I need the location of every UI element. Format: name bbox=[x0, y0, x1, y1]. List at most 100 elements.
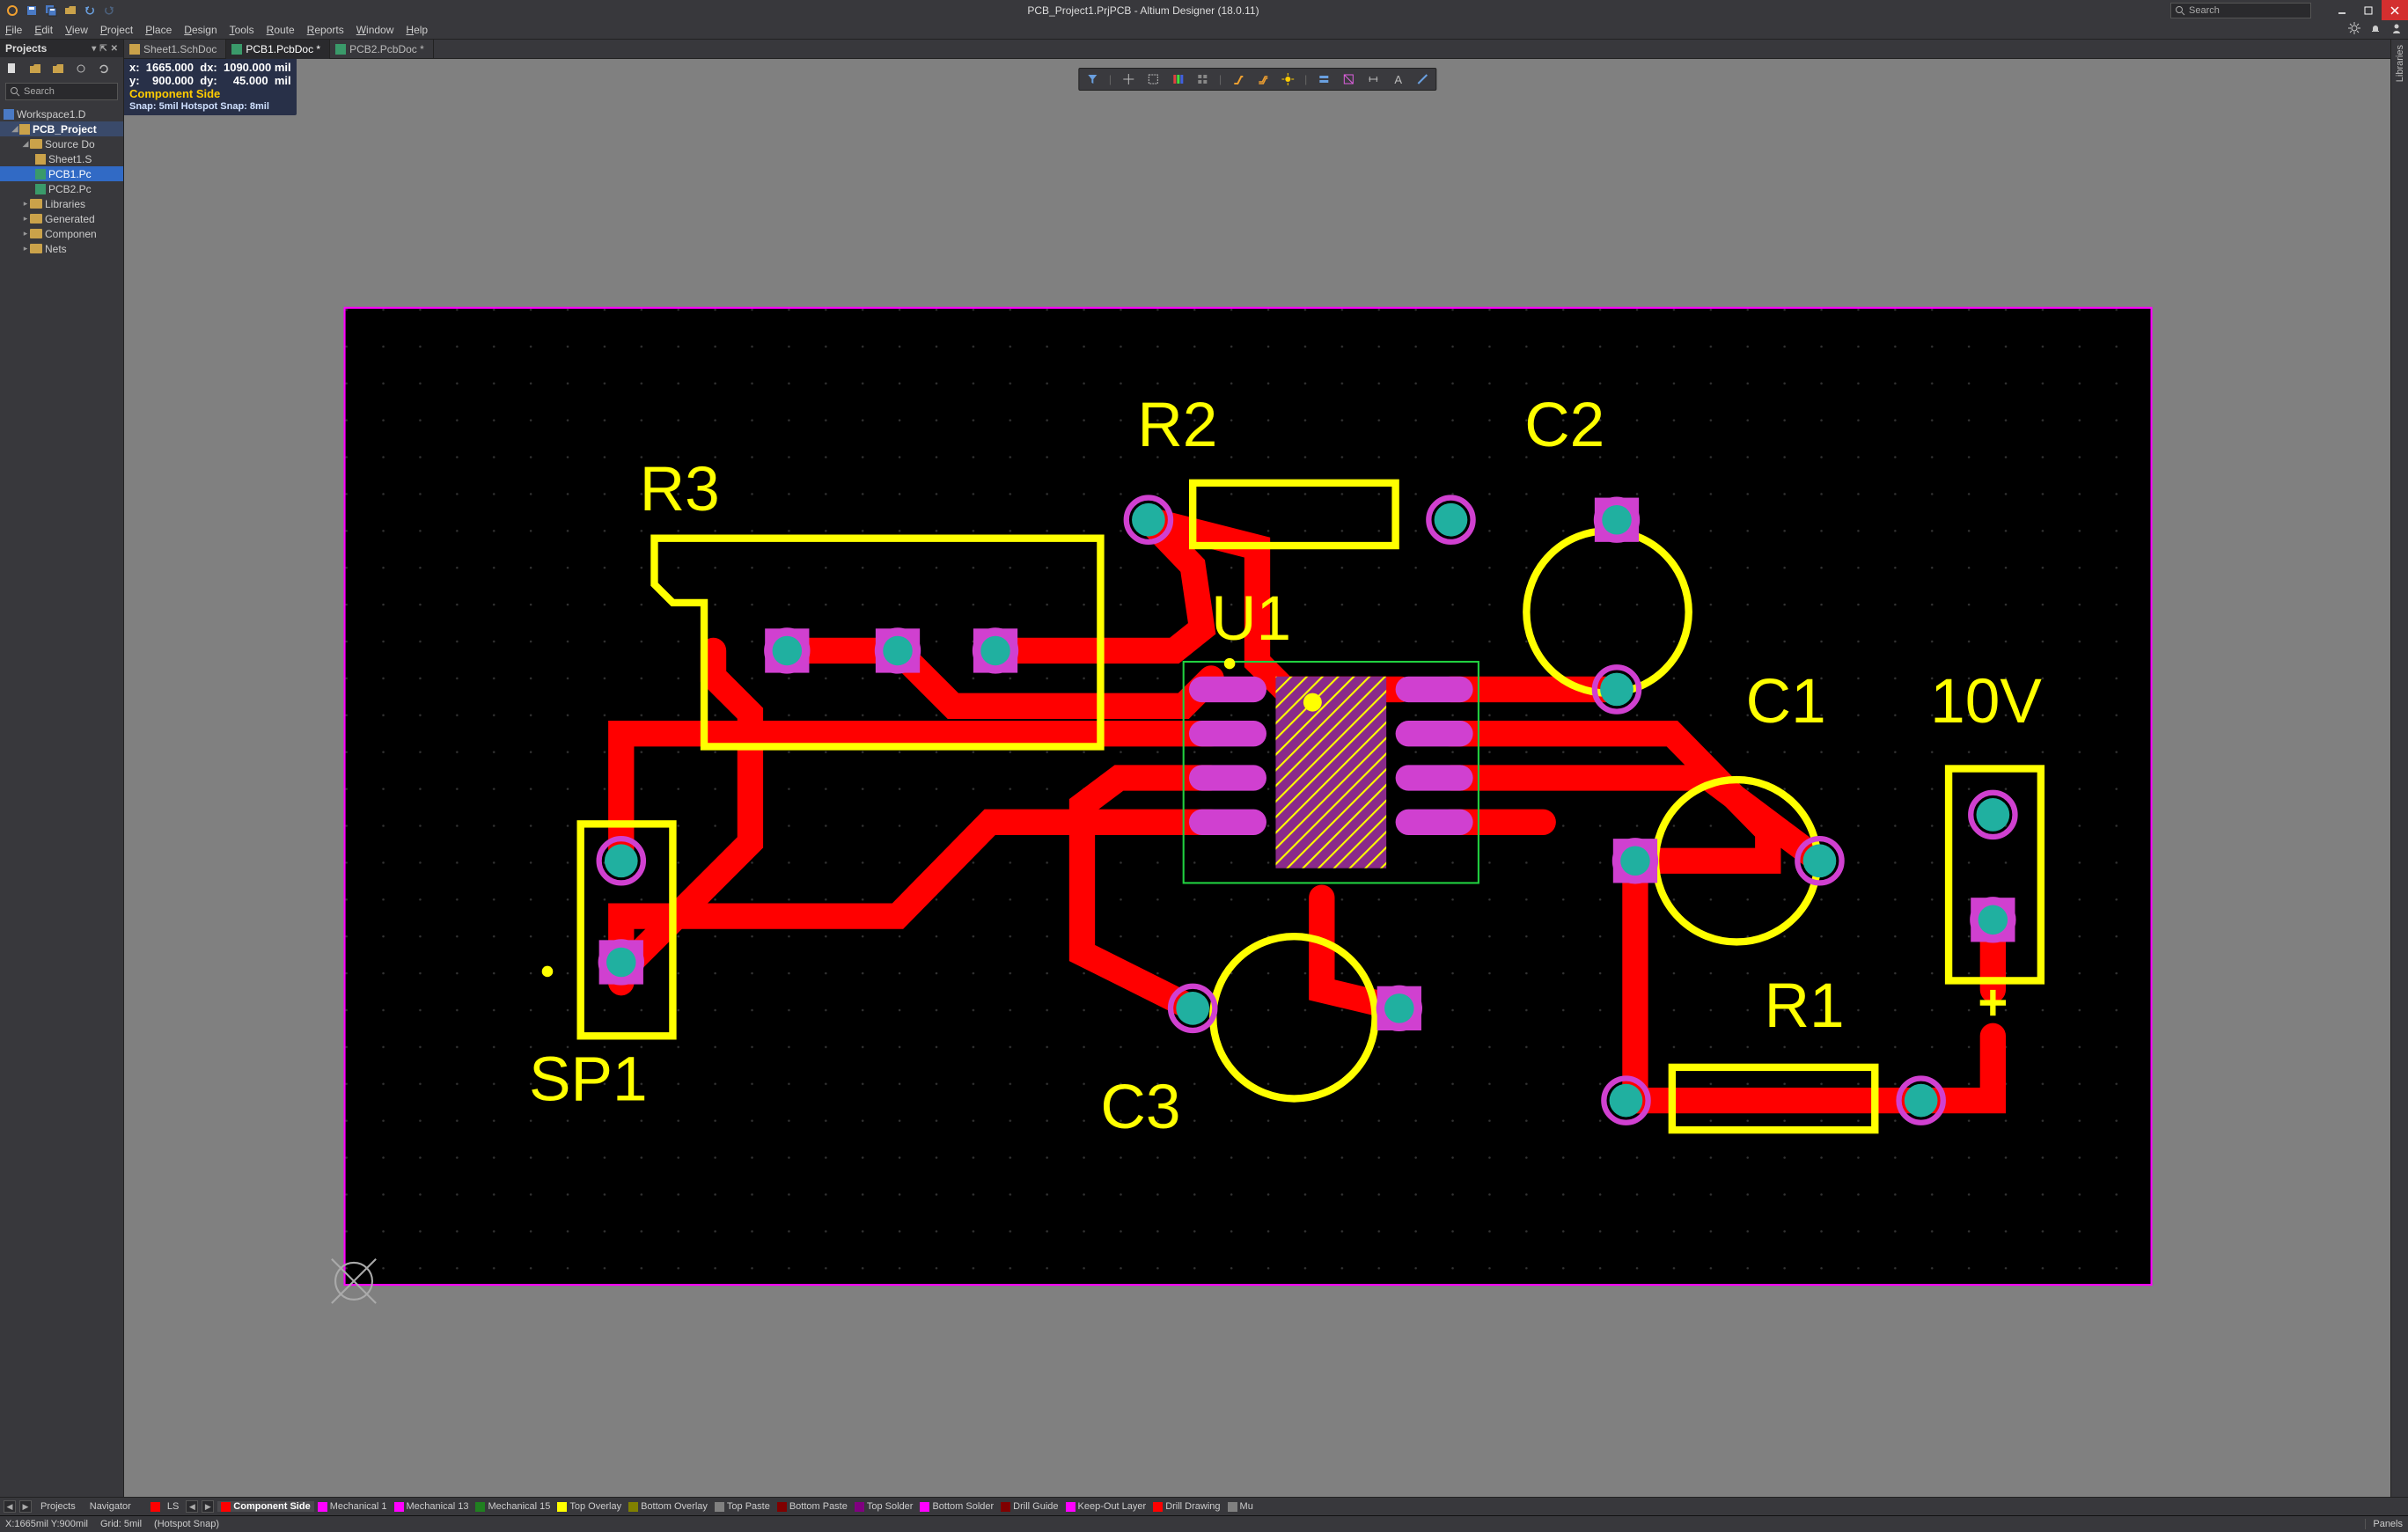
layer-tab[interactable]: Component Side bbox=[217, 1501, 313, 1512]
nav-right-icon[interactable]: ▶ bbox=[19, 1500, 32, 1513]
heads-up-display: x: 1665.000 dx: 1090.000 mil y: 900.000 … bbox=[124, 59, 297, 115]
tree-folder[interactable]: ▸Nets bbox=[0, 241, 123, 256]
pin-icon[interactable]: ⇱ bbox=[99, 44, 106, 54]
layer-next-icon[interactable]: ▶ bbox=[202, 1500, 214, 1513]
layer-tab[interactable]: Mechanical 1 bbox=[314, 1501, 391, 1512]
layer-tab[interactable]: Bottom Overlay bbox=[625, 1501, 711, 1512]
settings-icon[interactable] bbox=[74, 62, 88, 76]
svg-text:C1: C1 bbox=[1746, 667, 1826, 737]
route-icon[interactable] bbox=[1230, 71, 1246, 87]
tree-source-docs[interactable]: ◢Source Do bbox=[0, 136, 123, 151]
menu-window[interactable]: Window bbox=[356, 24, 394, 36]
svg-text:R2: R2 bbox=[1137, 391, 1217, 460]
projects-search-input[interactable]: Search bbox=[5, 83, 118, 100]
dimension-icon[interactable] bbox=[1365, 71, 1381, 87]
bell-icon[interactable] bbox=[2369, 22, 2382, 37]
refresh-icon[interactable] bbox=[97, 62, 111, 76]
layer-tab[interactable]: Mechanical 13 bbox=[391, 1501, 473, 1512]
document-tab[interactable]: PCB2.PcbDoc * bbox=[330, 40, 434, 59]
filter-icon[interactable] bbox=[1084, 71, 1100, 87]
tree-file[interactable]: PCB1.Pc bbox=[0, 166, 123, 181]
undo-icon[interactable] bbox=[83, 4, 97, 18]
menu-place[interactable]: Place bbox=[145, 24, 172, 36]
crosshair-icon[interactable] bbox=[1120, 71, 1136, 87]
pcb-board-view[interactable]: R3 SP1 bbox=[124, 59, 2390, 1497]
projects-panel-title: Projects bbox=[5, 42, 47, 55]
global-search-placeholder: Search bbox=[2189, 5, 2220, 16]
drc-icon[interactable] bbox=[1340, 71, 1356, 87]
svg-text:A: A bbox=[1394, 73, 1402, 85]
redo-icon[interactable] bbox=[102, 4, 116, 18]
panel-close-icon[interactable]: ✕ bbox=[111, 44, 118, 54]
dropdown-icon[interactable]: ▾ bbox=[92, 44, 96, 54]
open-project-icon[interactable] bbox=[28, 62, 42, 76]
maximize-button[interactable] bbox=[2355, 0, 2382, 20]
layer-tab[interactable]: Top Overlay bbox=[554, 1501, 625, 1512]
projects-search-placeholder: Search bbox=[24, 86, 55, 97]
panels-button[interactable]: Panels bbox=[2365, 1519, 2403, 1529]
layer-stack-icon[interactable] bbox=[1316, 71, 1332, 87]
svg-text:SP1: SP1 bbox=[529, 1045, 648, 1115]
nav-tab-projects[interactable]: Projects bbox=[35, 1501, 81, 1512]
tree-project[interactable]: ◢PCB_Project bbox=[0, 121, 123, 136]
open-icon[interactable] bbox=[63, 4, 77, 18]
document-tab[interactable]: Sheet1.SchDoc bbox=[124, 40, 226, 59]
line-icon[interactable] bbox=[1414, 71, 1430, 87]
new-file-icon[interactable] bbox=[5, 62, 19, 76]
layer-tab[interactable]: Top Solder bbox=[851, 1501, 917, 1512]
active-bar: | | | A bbox=[1078, 68, 1436, 91]
menu-view[interactable]: View bbox=[65, 24, 88, 36]
folder-icon[interactable] bbox=[51, 62, 65, 76]
save-all-icon[interactable] bbox=[44, 4, 58, 18]
menu-reports[interactable]: Reports bbox=[307, 24, 344, 36]
tree-folder[interactable]: ▸Generated bbox=[0, 211, 123, 226]
array-icon[interactable] bbox=[1194, 71, 1210, 87]
menu-design[interactable]: Design bbox=[184, 24, 217, 36]
text-icon[interactable]: A bbox=[1390, 71, 1406, 87]
menu-file[interactable]: File bbox=[5, 24, 22, 36]
gear-icon[interactable] bbox=[2348, 22, 2360, 37]
layer-tab[interactable]: Drill Drawing bbox=[1149, 1501, 1223, 1512]
layer-tab[interactable]: Bottom Paste bbox=[774, 1501, 851, 1512]
minimize-button[interactable] bbox=[2329, 0, 2355, 20]
layer-tab[interactable]: Top Paste bbox=[711, 1501, 774, 1512]
pcb-canvas[interactable]: x: 1665.000 dx: 1090.000 mil y: 900.000 … bbox=[124, 59, 2390, 1497]
select-rect-icon[interactable] bbox=[1145, 71, 1161, 87]
tree-file[interactable]: PCB2.Pc bbox=[0, 181, 123, 196]
status-coords: X:1665mil Y:900mil bbox=[5, 1519, 88, 1529]
align-icon[interactable] bbox=[1170, 71, 1186, 87]
layer-tab[interactable]: Bottom Solder bbox=[916, 1501, 997, 1512]
nav-tab-navigator[interactable]: Navigator bbox=[84, 1501, 136, 1512]
project-tree[interactable]: Workspace1.D ◢PCB_Project ◢Source Do She… bbox=[0, 103, 123, 260]
close-button[interactable] bbox=[2382, 0, 2408, 20]
libraries-dock[interactable]: Libraries bbox=[2390, 40, 2408, 1497]
diff-pair-icon[interactable] bbox=[1255, 71, 1271, 87]
libraries-tab-label[interactable]: Libraries bbox=[2395, 45, 2405, 82]
user-icon[interactable] bbox=[2390, 22, 2403, 37]
ls-button[interactable]: LS bbox=[164, 1501, 182, 1512]
svg-text:10V: 10V bbox=[1930, 667, 2042, 737]
layer-tab[interactable]: Drill Guide bbox=[997, 1501, 1061, 1512]
layer-tab[interactable]: Mu bbox=[1224, 1501, 1257, 1512]
menu-edit[interactable]: Edit bbox=[34, 24, 53, 36]
layer-tab[interactable]: Keep-Out Layer bbox=[1062, 1501, 1150, 1512]
global-search-input[interactable]: Search bbox=[2170, 3, 2311, 18]
layer-tab[interactable]: Mechanical 15 bbox=[472, 1501, 554, 1512]
window-title: PCB_Project1.PrjPCB - Altium Designer (1… bbox=[116, 4, 2170, 17]
menu-route[interactable]: Route bbox=[267, 24, 295, 36]
tree-workspace[interactable]: Workspace1.D bbox=[0, 106, 123, 121]
highlight-net-icon[interactable] bbox=[1280, 71, 1296, 87]
status-bar: X:1665mil Y:900mil Grid: 5mil (Hotspot S… bbox=[0, 1515, 2408, 1532]
menu-tools[interactable]: Tools bbox=[230, 24, 254, 36]
tree-folder[interactable]: ▸Libraries bbox=[0, 196, 123, 211]
document-tab[interactable]: PCB1.PcbDoc * bbox=[226, 40, 330, 59]
layer-prev-icon[interactable]: ◀ bbox=[186, 1500, 198, 1513]
menu-project[interactable]: Project bbox=[100, 24, 133, 36]
save-icon[interactable] bbox=[25, 4, 39, 18]
menu-help[interactable]: Help bbox=[406, 24, 428, 36]
tree-folder[interactable]: ▸Componen bbox=[0, 226, 123, 241]
tree-file[interactable]: Sheet1.S bbox=[0, 151, 123, 166]
nav-left-icon[interactable]: ◀ bbox=[4, 1500, 16, 1513]
projects-panel: Projects ▾ ⇱ ✕ Search Workspace1.D ◢PCB_… bbox=[0, 40, 124, 1497]
status-grid: Grid: 5mil bbox=[100, 1519, 142, 1529]
